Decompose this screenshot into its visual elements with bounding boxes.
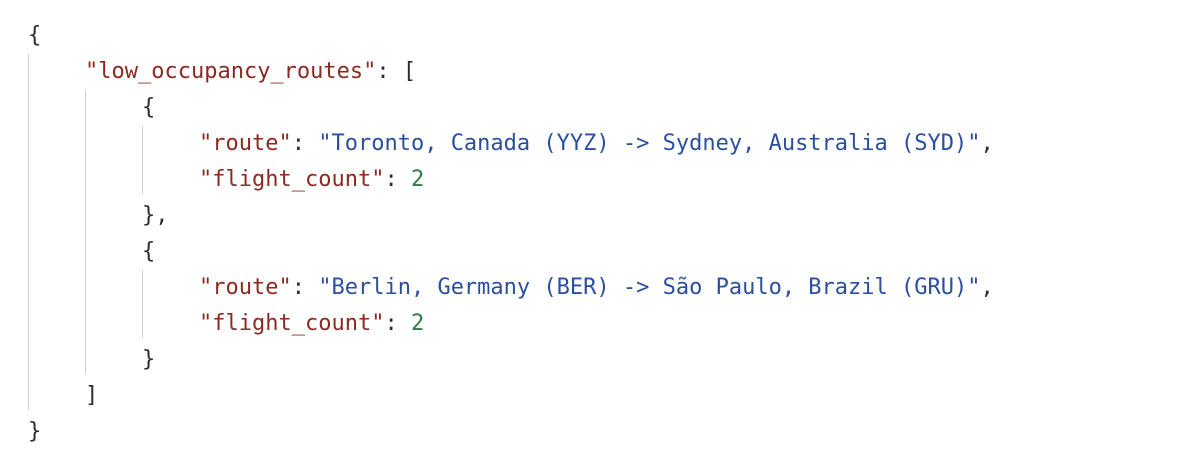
json-code-view: { "low_occupancy_routes": [ { "route": "…: [0, 0, 1196, 464]
indent-guide-array: [85, 90, 86, 374]
code-line-1: {: [28, 18, 41, 54]
item-2-route-value: Berlin, Germany (BER) -> São Paulo, Braz…: [331, 275, 968, 300]
item-1-open-brace: {: [142, 95, 156, 120]
code-line-9: "flight_count": 2: [199, 306, 424, 342]
indent-guide-item-1: [142, 126, 143, 194]
string-quote: ": [318, 275, 332, 300]
colon: :: [376, 59, 403, 84]
indent-guide-item-2: [142, 270, 143, 338]
string-quote: ": [967, 131, 981, 156]
comma: ,: [980, 131, 994, 156]
item-2-count-key: flight_count: [212, 311, 372, 336]
array-open-bracket: [: [402, 59, 417, 84]
key-low-occupancy-routes: low_occupancy_routes: [98, 59, 364, 84]
key-quote: ": [199, 275, 213, 300]
key-quote: ": [85, 59, 99, 84]
root-close-brace: }: [28, 419, 42, 444]
indent-guide-root: [28, 54, 29, 410]
string-quote: ": [967, 275, 981, 300]
code-line-3: {: [142, 90, 155, 126]
code-line-8: "route": "Berlin, Germany (BER) -> São P…: [199, 270, 994, 306]
item-1-route-key: route: [212, 131, 279, 156]
item-2-close-brace: }: [142, 347, 156, 372]
colon: :: [291, 275, 319, 300]
key-quote: ": [199, 311, 213, 336]
code-line-6: },: [142, 198, 169, 234]
item-1-route-value: Toronto, Canada (YYZ) -> Sydney, Austral…: [331, 131, 968, 156]
comma: ,: [980, 275, 994, 300]
key-quote: ": [371, 167, 385, 192]
item-2-open-brace: {: [142, 239, 156, 264]
colon: :: [291, 131, 319, 156]
key-quote: ": [199, 131, 213, 156]
code-line-2: "low_occupancy_routes": [: [85, 54, 416, 90]
key-quote: ": [371, 311, 385, 336]
root-open-brace: {: [28, 23, 42, 48]
code-line-11: ]: [85, 378, 98, 414]
colon: :: [384, 167, 411, 192]
array-close-bracket: ]: [85, 383, 99, 408]
item-2-count-value: 2: [410, 311, 425, 336]
key-quote: ": [199, 167, 213, 192]
colon: :: [384, 311, 411, 336]
code-line-7: {: [142, 234, 155, 270]
code-line-5: "flight_count": 2: [199, 162, 424, 198]
item-2-route-key: route: [212, 275, 279, 300]
code-line-10: }: [142, 342, 155, 378]
code-line-4: "route": "Toronto, Canada (YYZ) -> Sydne…: [199, 126, 994, 162]
key-quote: ": [363, 59, 377, 84]
code-line-12: }: [28, 414, 41, 450]
item-1-count-value: 2: [410, 167, 425, 192]
string-quote: ": [318, 131, 332, 156]
key-quote: ": [278, 275, 292, 300]
key-quote: ": [278, 131, 292, 156]
item-1-close-brace: },: [142, 203, 169, 228]
item-1-count-key: flight_count: [212, 167, 372, 192]
